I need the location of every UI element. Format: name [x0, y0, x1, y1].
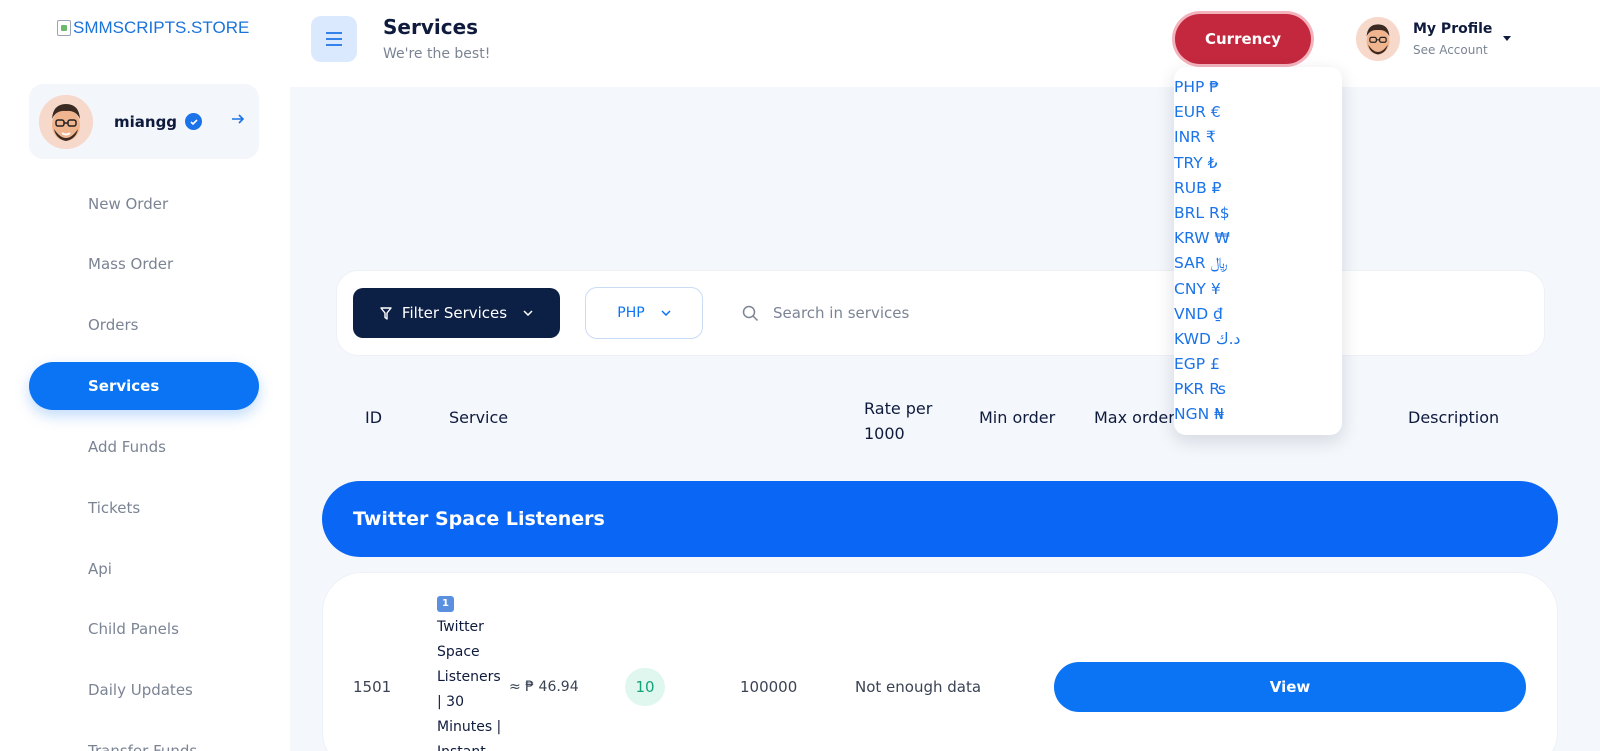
- filter-services-button[interactable]: Filter Services: [353, 288, 560, 338]
- row-max-order: 100000: [740, 678, 798, 696]
- currency-select[interactable]: PHP: [585, 287, 703, 339]
- row-min-order: 10: [625, 668, 665, 706]
- sidebar-item-services[interactable]: Services: [29, 362, 259, 410]
- sidebar-item-tickets[interactable]: Tickets: [29, 484, 259, 532]
- column-header-service: Service: [449, 408, 509, 427]
- arrow-right-icon[interactable]: [229, 110, 247, 128]
- verified-badge-icon: [185, 113, 203, 130]
- currency-option[interactable]: SAR ﷼: [1174, 252, 1342, 277]
- profile-name[interactable]: My Profile: [1413, 21, 1492, 37]
- sidebar-item-mass-order[interactable]: Mass Order: [29, 240, 259, 288]
- column-header-rate: Rate per 1000: [864, 399, 933, 443]
- site-logo[interactable]: SMMSCRIPTS.STORE: [57, 18, 249, 38]
- caret-down-icon[interactable]: [1503, 36, 1511, 41]
- column-header-max: Max order: [1094, 408, 1175, 427]
- avatar-face-icon: [1356, 17, 1400, 61]
- profile-avatar[interactable]: [1356, 17, 1400, 61]
- avatar-face-icon: [39, 94, 93, 149]
- row-average-time: Not enough data: [855, 678, 982, 696]
- currency-option[interactable]: KRW ₩: [1174, 227, 1342, 252]
- currency-select-value: PHP: [617, 305, 645, 321]
- chevron-down-icon: [523, 310, 533, 316]
- view-button[interactable]: View: [1054, 662, 1526, 712]
- sidebar-item-orders[interactable]: Orders: [29, 301, 259, 349]
- hamburger-icon: [326, 32, 342, 46]
- sidebar-item-child-panels[interactable]: Child Panels: [29, 605, 259, 653]
- currency-option[interactable]: EUR €: [1174, 101, 1342, 126]
- column-header-id: ID: [365, 408, 383, 427]
- row-service: 1 Twitter Space Listeners | 30 Minutes |…: [437, 590, 509, 751]
- search-box: [742, 295, 1162, 331]
- user-name: miangg: [114, 112, 178, 131]
- page-title: Services: [383, 15, 479, 39]
- currency-option[interactable]: CNY ¥: [1174, 278, 1342, 303]
- user-card[interactable]: miangg: [29, 84, 259, 159]
- menu-toggle-button[interactable]: [311, 16, 357, 62]
- currency-dropdown: PHP ₱ EUR € INR ₹ TRY ₺ RUB ₽ BRL R$ KRW…: [1174, 67, 1342, 435]
- currency-option[interactable]: KWD د.ك: [1174, 328, 1342, 353]
- broken-image-icon: [57, 20, 71, 36]
- search-input[interactable]: [773, 304, 1133, 322]
- currency-option[interactable]: VND ₫: [1174, 303, 1342, 328]
- currency-option[interactable]: RUB ₽: [1174, 177, 1342, 202]
- page-subtitle: We're the best!: [383, 46, 491, 62]
- currency-option[interactable]: TRY ₺: [1174, 152, 1342, 177]
- logo-alt-text: SMMSCRIPTS.STORE: [73, 18, 250, 37]
- column-header-min: Min order: [979, 408, 1056, 427]
- profile-subtext[interactable]: See Account: [1413, 43, 1488, 57]
- row-id: 1501: [353, 678, 392, 696]
- chevron-down-icon: [661, 310, 671, 316]
- sidebar-item-api[interactable]: Api: [29, 545, 259, 593]
- sidebar-item-transfer-funds[interactable]: Transfer Funds: [29, 727, 259, 751]
- currency-option[interactable]: INR ₹: [1174, 126, 1342, 151]
- number-badge-icon: 1: [437, 596, 454, 612]
- row-rate: ≈ ₱ 46.94: [509, 679, 579, 695]
- currency-option[interactable]: NGN ₦: [1174, 403, 1342, 428]
- row-service-name: Twitter Space Listeners | 30 Minutes | I…: [437, 619, 502, 751]
- filter-services-label: Filter Services: [401, 304, 508, 322]
- currency-option[interactable]: BRL R$: [1174, 202, 1342, 227]
- column-header-description: Description: [1408, 408, 1500, 427]
- sidebar: SMMSCRIPTS.STORE miangg New Order Mass O…: [0, 0, 290, 751]
- avatar: [39, 94, 93, 149]
- currency-option[interactable]: EGP £: [1174, 353, 1342, 378]
- currency-option[interactable]: PKR ₨: [1174, 378, 1342, 403]
- currency-option[interactable]: PHP ₱: [1174, 76, 1342, 101]
- sidebar-item-add-funds[interactable]: Add Funds: [29, 423, 259, 471]
- sidebar-item-new-order[interactable]: New Order: [29, 180, 259, 228]
- sidebar-item-daily-updates[interactable]: Daily Updates: [29, 666, 259, 714]
- currency-button[interactable]: Currency: [1175, 14, 1311, 64]
- top-bar: Services We're the best! Currency My Pro…: [290, 0, 1600, 87]
- filter-bar: Filter Services PHP: [336, 270, 1545, 356]
- category-header: Twitter Space Listeners: [322, 481, 1558, 557]
- filter-icon: [380, 306, 392, 320]
- search-icon: [742, 305, 759, 321]
